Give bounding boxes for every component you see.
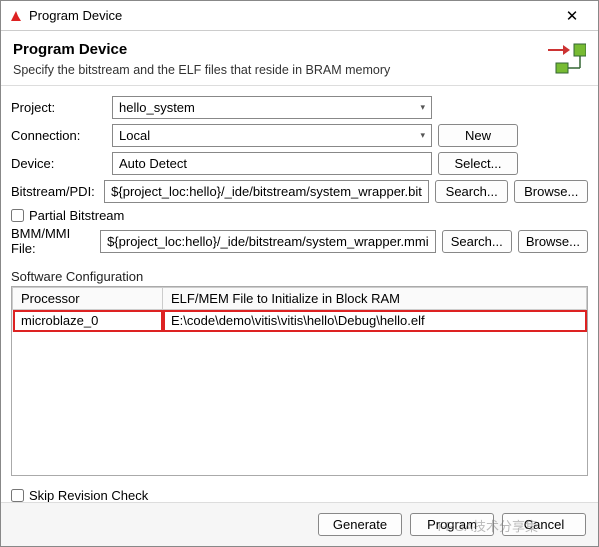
window-title: Program Device: [29, 8, 554, 23]
titlebar: Program Device ✕: [1, 1, 598, 31]
partial-bitstream-checkbox[interactable]: [11, 209, 24, 222]
bitstream-search-button[interactable]: Search...: [435, 180, 509, 203]
connection-value: Local: [119, 128, 150, 143]
connection-combo[interactable]: Local ▾: [112, 124, 432, 147]
app-logo-icon: [9, 9, 23, 23]
project-combo[interactable]: hello_system ▾: [112, 96, 432, 119]
device-value: Auto Detect: [119, 156, 187, 171]
device-label: Device:: [11, 156, 106, 171]
bitstream-field[interactable]: ${project_loc:hello}/_ide/bitstream/syst…: [104, 180, 429, 203]
skip-revision-label: Skip Revision Check: [29, 488, 148, 503]
page-title: Program Device: [13, 41, 586, 58]
page-subtitle: Specify the bitstream and the ELF files …: [13, 63, 586, 77]
chevron-down-icon: ▾: [420, 102, 425, 113]
dialog-footer: Generate Program Cancel: [1, 502, 598, 546]
form-area: Project: hello_system ▾ Connection: Loca…: [1, 86, 598, 265]
program-button[interactable]: Program: [410, 513, 494, 536]
generate-button[interactable]: Generate: [318, 513, 402, 536]
project-value: hello_system: [119, 100, 195, 115]
col-elf: ELF/MEM File to Initialize in Block RAM: [163, 288, 587, 310]
bmm-label: BMM/MMI File:: [11, 226, 94, 256]
table-row[interactable]: microblaze_0 E:\code\demo\vitis\vitis\he…: [13, 310, 587, 332]
bitstream-value: ${project_loc:hello}/_ide/bitstream/syst…: [111, 184, 422, 199]
chevron-down-icon: ▾: [420, 130, 425, 141]
bitstream-browse-button[interactable]: Browse...: [514, 180, 588, 203]
cell-elf: E:\code\demo\vitis\vitis\hello\Debug\hel…: [163, 310, 587, 332]
connection-label: Connection:: [11, 128, 106, 143]
software-config-table: Processor ELF/MEM File to Initialize in …: [11, 286, 588, 476]
bmm-field[interactable]: ${project_loc:hello}/_ide/bitstream/syst…: [100, 230, 436, 253]
col-processor: Processor: [13, 288, 163, 310]
bmm-value: ${project_loc:hello}/_ide/bitstream/syst…: [107, 234, 429, 249]
software-config-label: Software Configuration: [1, 265, 598, 286]
bitstream-label: Bitstream/PDI:: [11, 184, 98, 199]
bmm-browse-button[interactable]: Browse...: [518, 230, 588, 253]
cancel-button[interactable]: Cancel: [502, 513, 586, 536]
program-device-icon: [546, 41, 586, 78]
bmm-search-button[interactable]: Search...: [442, 230, 512, 253]
close-icon[interactable]: ✕: [554, 7, 590, 25]
project-label: Project:: [11, 100, 106, 115]
partial-bitstream-label: Partial Bitstream: [29, 208, 124, 223]
device-field[interactable]: Auto Detect: [112, 152, 432, 175]
select-button[interactable]: Select...: [438, 152, 518, 175]
new-button[interactable]: New: [438, 124, 518, 147]
skip-revision-checkbox[interactable]: [11, 489, 24, 502]
dialog-header: Program Device Specify the bitstream and…: [1, 31, 598, 86]
cell-processor: microblaze_0: [13, 310, 163, 332]
